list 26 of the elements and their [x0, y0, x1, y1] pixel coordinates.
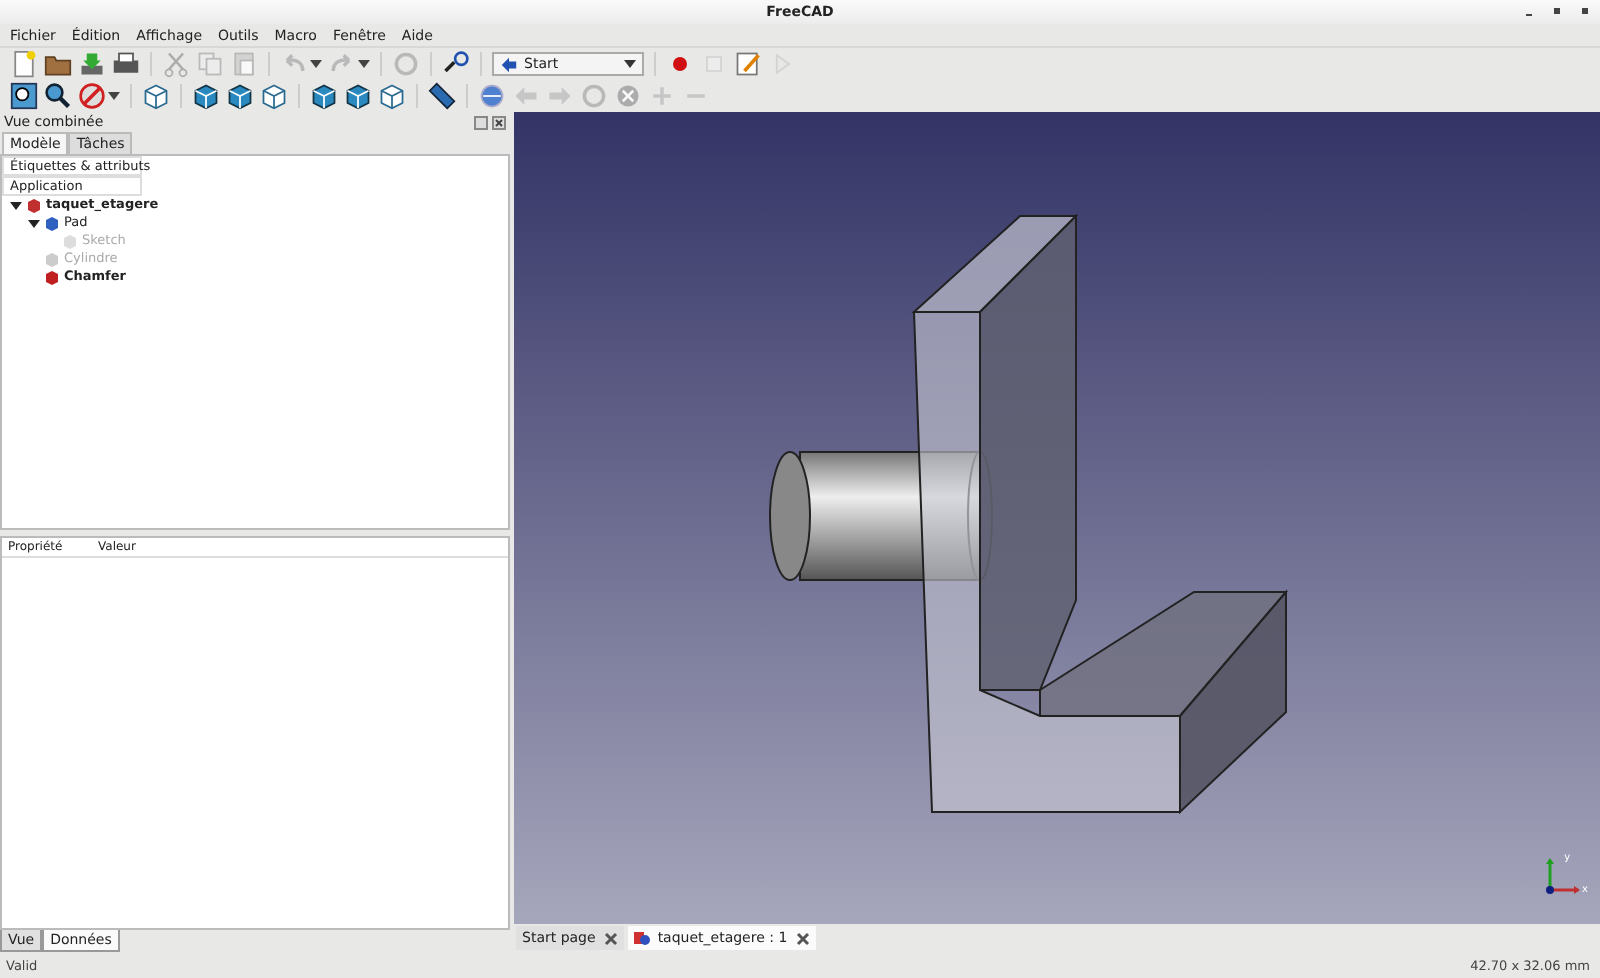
arrow-icon	[500, 55, 518, 73]
rear-view-icon[interactable]	[310, 82, 338, 110]
front-view-icon[interactable]	[192, 82, 220, 110]
macro-edit-icon[interactable]	[734, 50, 762, 78]
print-icon[interactable]	[112, 50, 140, 78]
isometric-view-icon[interactable]	[142, 82, 170, 110]
caret-icon	[624, 60, 636, 68]
caret-icon[interactable]	[310, 60, 322, 68]
save-icon[interactable]	[78, 50, 106, 78]
caret-icon[interactable]	[358, 60, 370, 68]
document-icon	[633, 930, 650, 946]
draw-style-icon[interactable]	[78, 82, 106, 110]
measure-icon[interactable]	[428, 82, 456, 110]
expanded-arrow-icon[interactable]	[28, 217, 40, 229]
axis-triad-icon	[1542, 856, 1583, 896]
maximize-icon[interactable]	[1552, 6, 1564, 18]
left-view-icon[interactable]	[378, 82, 406, 110]
open-folder-icon[interactable]	[44, 50, 72, 78]
top-view-icon[interactable]	[226, 82, 254, 110]
zoom-selection-icon[interactable]	[44, 82, 72, 110]
caret-icon[interactable]	[108, 92, 120, 100]
bottom-view-icon[interactable]	[344, 82, 372, 110]
expanded-arrow-icon[interactable]	[10, 199, 22, 211]
fit-all-icon[interactable]	[10, 82, 38, 110]
right-view-icon[interactable]	[260, 82, 288, 110]
whats-this-icon[interactable]	[442, 50, 470, 78]
